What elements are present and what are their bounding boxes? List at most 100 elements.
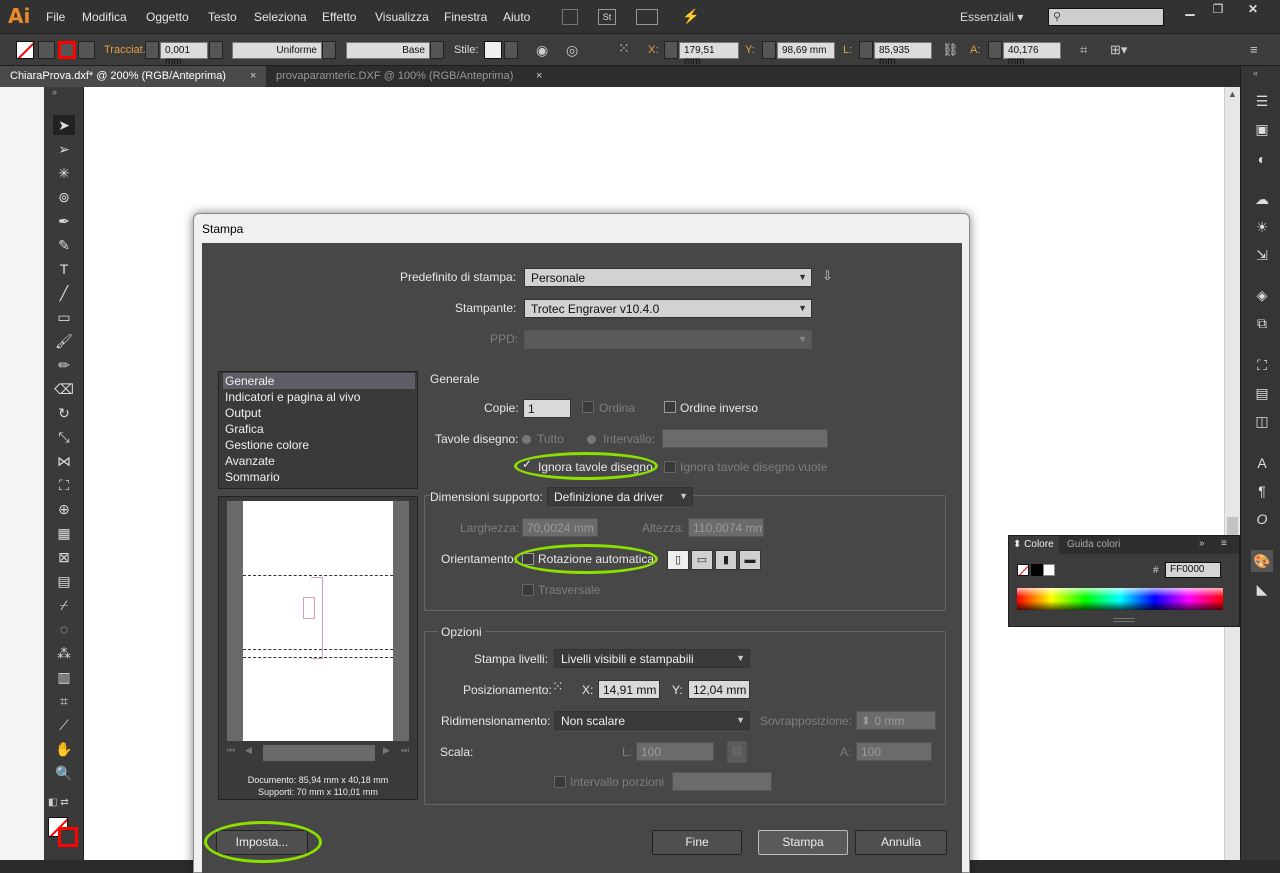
magic-wand-tool-icon[interactable]: ✳ (53, 163, 75, 183)
menu-seleziona[interactable]: Seleziona (254, 10, 307, 24)
menu-file[interactable]: File (46, 10, 65, 24)
category-item[interactable]: Avanzate (223, 453, 415, 469)
close-window-button[interactable]: ✕ (1236, 2, 1270, 18)
placement-x-field[interactable]: 14,91 mm (598, 680, 660, 699)
free-transform-tool-icon[interactable]: ⛶ (53, 475, 75, 495)
category-item[interactable]: Output (223, 405, 415, 421)
height-field[interactable]: 40,176 mm (1003, 42, 1061, 67)
pencil-tool-icon[interactable]: ✏ (53, 355, 75, 375)
ppd-select[interactable]: ▼ (524, 330, 812, 349)
direct-selection-tool-icon[interactable]: ➢ (53, 139, 75, 159)
stroke-weight-field[interactable]: 0,001 mm (160, 42, 208, 67)
overlap-field[interactable]: ⬍ 0 mm (856, 711, 936, 730)
scale-height-field[interactable]: 100 (856, 742, 932, 761)
tab-guida-colori[interactable]: Guida colori (1067, 539, 1120, 550)
placement-grid-icon[interactable]: ⁙ (552, 678, 564, 695)
artboard-tool-icon[interactable]: ⌗ (53, 691, 75, 711)
print-button[interactable]: Stampa (758, 830, 848, 855)
stroke-dropdown[interactable] (78, 41, 95, 59)
column-graph-tool-icon[interactable]: ▥ (53, 667, 75, 687)
stroke-weight-dropdown[interactable] (209, 41, 223, 59)
next-page-icon[interactable]: ▶ (383, 745, 390, 756)
opentype-icon[interactable]: O (1251, 508, 1273, 530)
stock-icon[interactable]: St (598, 9, 616, 25)
panel-menu-icon[interactable]: ≡ (1221, 538, 1227, 549)
scale-width-field[interactable]: 100 (636, 742, 714, 761)
scroll-up-icon[interactable]: ▲ (1228, 89, 1237, 99)
stroke-profile-dropdown[interactable] (322, 41, 336, 59)
category-item[interactable]: Generale (223, 373, 415, 389)
hex-field[interactable]: FF0000 (1165, 562, 1221, 578)
landscape-flipped-icon[interactable]: ▬ (739, 550, 761, 570)
arrange-documents-icon[interactable] (636, 9, 658, 25)
blend-tool-icon[interactable]: ◌ (53, 619, 75, 639)
stroke-weight-stepper[interactable] (145, 41, 159, 59)
scaling-select[interactable]: Non scalare ▼ (554, 711, 750, 730)
lasso-tool-icon[interactable]: ⊚ (53, 187, 75, 207)
recolor-icon[interactable]: ◉ (536, 42, 548, 59)
transform-panel-icon[interactable]: ⛶ (1251, 354, 1273, 376)
width-tool-icon[interactable]: ⋈ (53, 451, 75, 471)
collate-checkbox[interactable] (582, 401, 594, 413)
search-input[interactable]: ⚲ (1048, 8, 1164, 26)
perspective-grid-tool-icon[interactable]: ▦ (53, 523, 75, 543)
reverse-order-checkbox[interactable] (664, 401, 676, 413)
menu-effetto[interactable]: Effetto (322, 10, 356, 24)
rectangle-tool-icon[interactable]: ▭ (53, 307, 75, 327)
ignore-blank-checkbox[interactable] (664, 461, 676, 473)
first-page-icon[interactable]: ⏮ (227, 745, 235, 756)
type-tool-icon[interactable]: T (53, 259, 75, 279)
collapse-icon[interactable]: » (52, 87, 57, 97)
layers-icon[interactable]: ◈ (1251, 284, 1273, 306)
link-proportions-icon[interactable]: ⛓ (942, 42, 959, 58)
curvature-tool-icon[interactable]: ✎ (53, 235, 75, 255)
last-page-icon[interactable]: ⏭ (401, 745, 409, 756)
paintbrush-tool-icon[interactable]: 🖌 (53, 331, 75, 351)
tab-chiaraprova[interactable]: ChiaraProva.dxf* @ 200% (RGB/Anteprima) × (0, 66, 266, 87)
tile-range-checkbox[interactable] (554, 776, 566, 788)
rotate-tool-icon[interactable]: ↻ (53, 403, 75, 423)
menu-finestra[interactable]: Finestra (444, 10, 487, 24)
copies-field[interactable]: 1 (523, 399, 571, 418)
stroke-swatch[interactable] (58, 41, 76, 59)
menu-oggetto[interactable]: Oggetto (146, 10, 189, 24)
character-icon[interactable]: A (1251, 452, 1273, 474)
bridge-icon[interactable] (562, 9, 578, 25)
creative-cloud-libraries-icon[interactable]: ☁ (1251, 188, 1273, 210)
category-item[interactable]: Indicatori e pagina al vivo (223, 389, 415, 405)
none-swatch[interactable] (1017, 564, 1029, 576)
gradient-tool-icon[interactable]: ▤ (53, 571, 75, 591)
save-preset-icon[interactable]: ⇩ (822, 268, 833, 284)
link-scale-icon[interactable]: ⛓ (727, 741, 747, 763)
portrait-icon[interactable]: ▯ (667, 550, 689, 570)
category-item[interactable]: Sommario (223, 469, 415, 485)
width-field[interactable]: 85,935 mm (874, 42, 932, 67)
fill-swatch[interactable] (16, 41, 34, 59)
style-dropdown[interactable] (504, 41, 518, 59)
shape-builder-tool-icon[interactable]: ⊕ (53, 499, 75, 519)
collapse-panel-icon[interactable]: » (1199, 538, 1205, 549)
workspace-switcher[interactable]: Essenziali ▾ (960, 10, 1023, 24)
zoom-tool-icon[interactable]: 🔍 (53, 763, 75, 783)
black-swatch[interactable] (1031, 564, 1043, 576)
category-item[interactable]: Gestione colore (223, 437, 415, 453)
pen-tool-icon[interactable]: ✒ (53, 211, 75, 231)
reference-point-icon[interactable]: ⁙ (618, 40, 630, 57)
all-artboards-radio[interactable] (522, 435, 531, 444)
tile-range-field[interactable] (672, 772, 772, 791)
stroke-color-box[interactable] (58, 827, 78, 847)
portrait-flipped-icon[interactable]: ▮ (715, 550, 737, 570)
placement-y-field[interactable]: 12,04 mm (688, 680, 750, 699)
gpu-icon[interactable]: ⚡ (682, 8, 699, 25)
white-swatch[interactable] (1043, 564, 1055, 576)
slice-tool-icon[interactable]: ⟋ (53, 715, 75, 735)
resize-grip[interactable] (1113, 618, 1135, 622)
panel-menu-icon[interactable]: ≡ (1250, 42, 1258, 57)
page-slider[interactable] (263, 745, 375, 761)
print-layers-select[interactable]: Livelli visibili e stampabili ▼ (554, 649, 750, 668)
width-stepper[interactable] (859, 41, 873, 59)
fill-dropdown[interactable] (38, 41, 55, 59)
export-icon[interactable]: ⇲ (1251, 244, 1273, 266)
tab-provaparamteric[interactable]: provaparamteric.DXF @ 100% (RGB/Anteprim… (266, 66, 556, 87)
y-field[interactable]: 98,69 mm (777, 42, 835, 59)
